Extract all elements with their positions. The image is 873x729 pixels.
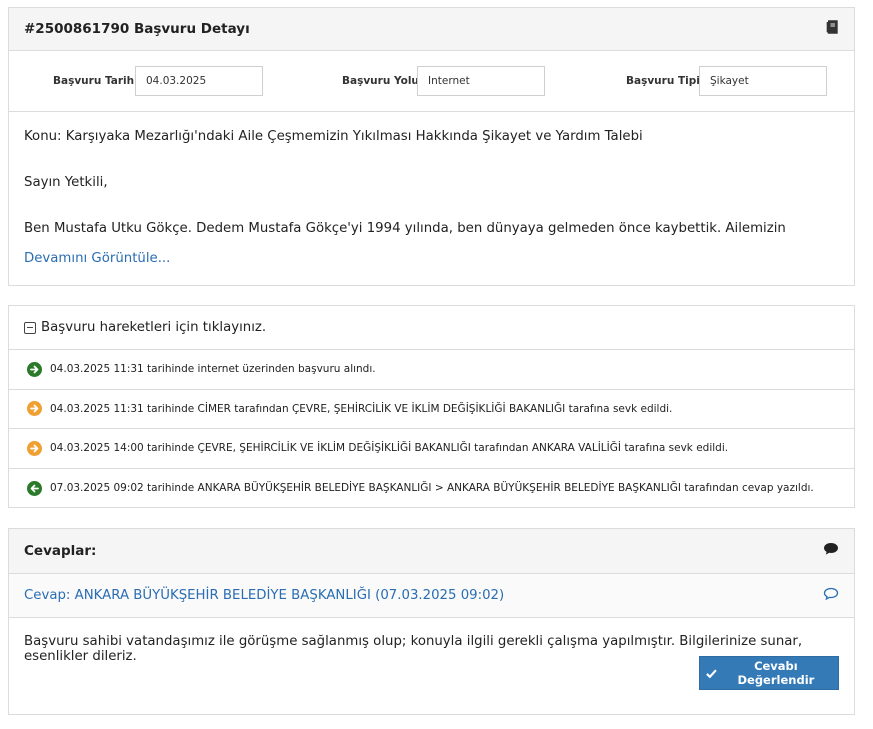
comment-icon bbox=[823, 542, 839, 560]
application-detail-panel: #2500861790 Başvuru Detayı Başvuru Tarih… bbox=[8, 7, 855, 286]
greeting-line: Sayın Yetkili, bbox=[24, 175, 108, 190]
check-icon bbox=[706, 668, 717, 678]
body-text: Ben Mustafa Utku Gökçe. Dedem Mustafa Gö… bbox=[24, 221, 786, 236]
reply-header: Cevap: ANKARA BÜYÜKŞEHİR BELEDİYE BAŞKAN… bbox=[9, 574, 854, 618]
answers-panel: Cevaplar: Cevap: ANKARA BÜYÜKŞEHİR BELED… bbox=[8, 528, 855, 715]
history-panel: Başvuru hareketleri için tıklayınız. 04.… bbox=[8, 305, 855, 508]
history-text: 04.03.2025 14:00 tarihinde ÇEVRE, ŞEHİRC… bbox=[50, 442, 729, 455]
history-text: 04.03.2025 11:31 tarihinde CİMER tarafın… bbox=[50, 402, 673, 415]
history-toggle-label: Başvuru hareketleri için tıklayınız. bbox=[41, 320, 267, 335]
answers-header: Cevaplar: bbox=[9, 529, 854, 574]
show-more-link[interactable]: Devamını Görüntüle... bbox=[24, 247, 170, 270]
history-item: 04.03.2025 14:00 tarihinde ÇEVRE, ŞEHİRC… bbox=[9, 429, 854, 469]
history-item: 04.03.2025 11:31 tarihinde internet üzer… bbox=[9, 350, 854, 390]
history-item: 07.03.2025 09:02 tarihinde ANKARA BÜYÜKŞ… bbox=[9, 469, 854, 509]
rate-answer-button[interactable]: Cevabı Değerlendir bbox=[699, 656, 839, 690]
book-icon bbox=[825, 20, 839, 38]
arrow-right-circle-icon bbox=[27, 440, 42, 456]
comment-outline-icon bbox=[823, 587, 839, 605]
answers-title: Cevaplar: bbox=[24, 543, 97, 559]
detail-fields: Başvuru Tarihi: Başvuru Yolu: Başvuru Ti… bbox=[9, 51, 854, 112]
application-date-label: Başvuru Tarihi: bbox=[53, 75, 142, 87]
application-content: Konu: Karşıyaka Mezarlığı'ndaki Aile Çeş… bbox=[9, 112, 854, 270]
arrow-right-circle-icon bbox=[27, 401, 42, 417]
application-method-field[interactable] bbox=[417, 66, 545, 96]
reply-title-link[interactable]: Cevap: ANKARA BÜYÜKŞEHİR BELEDİYE BAŞKAN… bbox=[24, 588, 504, 603]
application-text: Konu: Karşıyaka Mezarlığı'ndaki Aile Çeş… bbox=[24, 125, 839, 243]
history-toggle[interactable]: Başvuru hareketleri için tıklayınız. bbox=[9, 306, 854, 350]
application-method-label: Başvuru Yolu: bbox=[342, 75, 424, 87]
history-item: 04.03.2025 11:31 tarihinde CİMER tarafın… bbox=[9, 390, 854, 429]
minus-square-icon bbox=[24, 321, 36, 334]
application-type-label: Başvuru Tipi: bbox=[626, 75, 705, 87]
application-type-field[interactable] bbox=[699, 66, 827, 96]
detail-header: #2500861790 Başvuru Detayı bbox=[9, 8, 854, 51]
application-date-field[interactable] bbox=[135, 66, 263, 96]
arrow-left-circle-icon bbox=[27, 480, 42, 496]
history-text: 07.03.2025 09:02 tarihinde ANKARA BÜYÜKŞ… bbox=[50, 482, 814, 495]
arrow-right-circle-icon bbox=[27, 361, 42, 377]
subject-line: Konu: Karşıyaka Mezarlığı'ndaki Aile Çeş… bbox=[24, 129, 643, 144]
rate-answer-label: Cevabı Değerlendir bbox=[737, 659, 815, 687]
page-title: #2500861790 Başvuru Detayı bbox=[24, 21, 250, 37]
history-text: 04.03.2025 11:31 tarihinde internet üzer… bbox=[50, 363, 376, 376]
